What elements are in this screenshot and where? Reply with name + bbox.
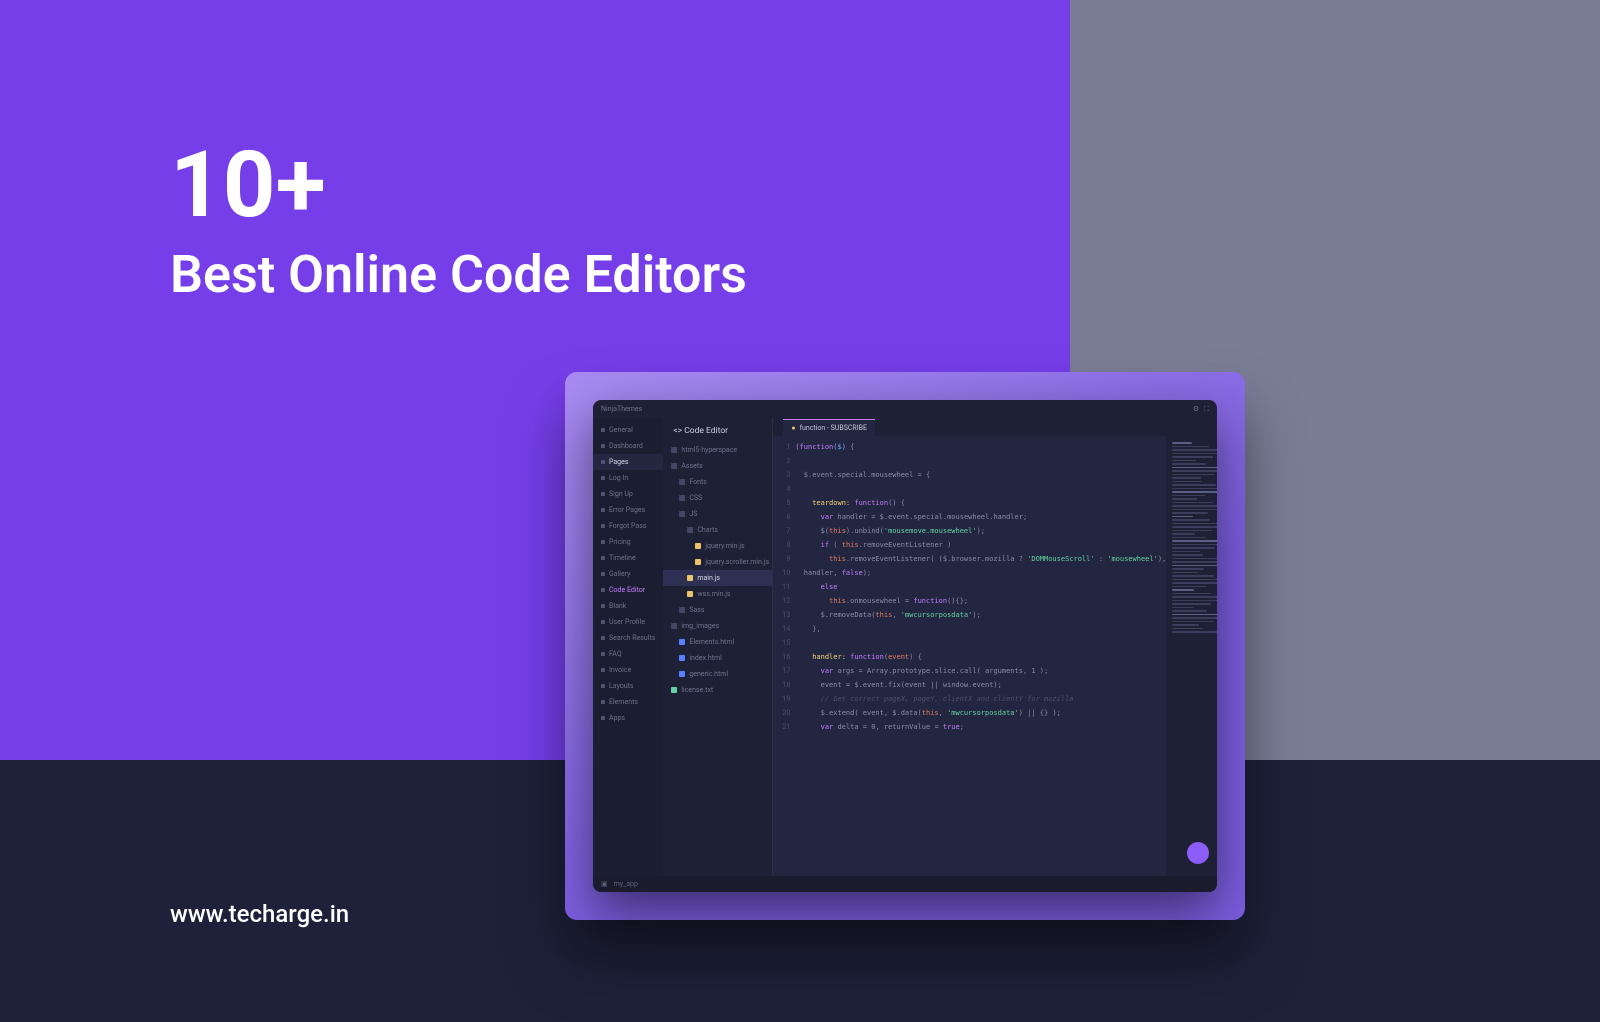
footer-label: my_app <box>614 880 638 888</box>
editor-mockup-frame: NinjaThemes ⚙ ⛶ GeneralDashboardPagesLog… <box>565 372 1245 920</box>
code-content[interactable]: (function($) { $.event.special.mousewhee… <box>795 418 1166 876</box>
file-jquery-scroller-min-js[interactable]: jquery.scroller.min.js <box>663 554 772 570</box>
code-line[interactable]: $.removeData(this, 'mwcursorposdata'); <box>795 608 1166 622</box>
sidebar-item-blank[interactable]: Blank <box>593 598 663 614</box>
sidebar-item-search-results[interactable]: Search Results <box>593 630 663 646</box>
heading-count: 10+ <box>170 140 747 232</box>
file-index-html[interactable]: index.html <box>663 650 772 666</box>
panel-title: <> Code Editor <box>663 422 772 442</box>
file-license-txt[interactable]: license.txt <box>663 682 772 698</box>
file-main-js[interactable]: main.js <box>663 570 772 586</box>
sidebar-item-timeline[interactable]: Timeline <box>593 550 663 566</box>
sidebar-item-user-profile[interactable]: User Profile <box>593 614 663 630</box>
code-line[interactable]: }, <box>795 622 1166 636</box>
website-url: www.techarge.in <box>170 900 349 928</box>
code-line[interactable]: if ( this.removeEventListener ) <box>795 538 1166 552</box>
sidebar-item-invoice[interactable]: Invoice <box>593 662 663 678</box>
code-line[interactable]: $.extend( event, $.data(this, 'mwcursorp… <box>795 706 1166 720</box>
code-editor-window: NinjaThemes ⚙ ⛶ GeneralDashboardPagesLog… <box>593 400 1217 892</box>
code-area: ● function - SUBSCRIBE 12345678910111213… <box>773 418 1217 876</box>
sidebar-item-layouts[interactable]: Layouts <box>593 678 663 694</box>
code-line[interactable]: var delta = 0, returnValue = true; <box>795 720 1166 734</box>
sidebar-item-dashboard[interactable]: Dashboard <box>593 438 663 454</box>
file-generic-html[interactable]: generic.html <box>663 666 772 682</box>
code-line[interactable]: $.event.special.mousewheel = { <box>795 468 1166 482</box>
editor-brand: NinjaThemes <box>601 405 642 413</box>
code-line[interactable]: this.removeEventListener( ($.browser.moz… <box>795 552 1166 566</box>
code-line[interactable]: // Get correct pageX, pageY, clientX and… <box>795 692 1166 706</box>
sidebar-item-forgot-pass[interactable]: Forgot Pass <box>593 518 663 534</box>
sidebar-item-general[interactable]: General <box>593 422 663 438</box>
code-line[interactable]: handler, false); <box>795 566 1166 580</box>
file-html5-hyperspace[interactable]: html5-hyperspace <box>663 442 772 458</box>
editor-body: GeneralDashboardPagesLog InSign UpError … <box>593 418 1217 876</box>
sidebar-item-pages[interactable]: Pages <box>593 454 663 470</box>
sidebar-item-error-pages[interactable]: Error Pages <box>593 502 663 518</box>
code-line[interactable]: this.onmousewheel = function(){}; <box>795 594 1166 608</box>
code-line[interactable]: (function($) { <box>795 440 1166 454</box>
expand-icon[interactable]: ⛶ <box>1204 405 1209 414</box>
sidebar-item-gallery[interactable]: Gallery <box>593 566 663 582</box>
file-jquery-min-js[interactable]: jquery.min.js <box>663 538 772 554</box>
file-js[interactable]: JS <box>663 506 772 522</box>
line-gutter: 123456789101112131415161718192021 <box>773 418 795 876</box>
code-line[interactable] <box>795 482 1166 496</box>
file-css[interactable]: CSS <box>663 490 772 506</box>
sidebar-item-pricing[interactable]: Pricing <box>593 534 663 550</box>
file-tree: <> Code Editor html5-hyperspaceAssetsFon… <box>663 418 773 876</box>
file-img-images[interactable]: img_images <box>663 618 772 634</box>
nav-sidebar: GeneralDashboardPagesLog InSign UpError … <box>593 418 663 876</box>
code-line[interactable]: $(this).unbind('mousemove.mousewheel'); <box>795 524 1166 538</box>
titlebar-right-icons: ⚙ ⛶ <box>1193 405 1209 414</box>
file-sass[interactable]: Sass <box>663 602 772 618</box>
file-fonts[interactable]: Fonts <box>663 474 772 490</box>
sidebar-item-elements[interactable]: Elements <box>593 694 663 710</box>
editor-titlebar: NinjaThemes ⚙ ⛶ <box>593 400 1217 418</box>
sidebar-item-code-editor[interactable]: Code Editor <box>593 582 663 598</box>
sidebar-item-faq[interactable]: FAQ <box>593 646 663 662</box>
code-line[interactable]: else <box>795 580 1166 594</box>
editor-statusbar: ▣ my_app <box>593 876 1217 892</box>
code-line[interactable]: teardown: function() { <box>795 496 1166 510</box>
code-line[interactable]: handler: function(event) { <box>795 650 1166 664</box>
sidebar-item-sign-up[interactable]: Sign Up <box>593 486 663 502</box>
gear-icon[interactable]: ⚙ <box>1193 405 1199 414</box>
code-line[interactable]: var handler = $.event.special.mousewheel… <box>795 510 1166 524</box>
main-heading: 10+ Best Online Code Editors <box>170 140 747 305</box>
heading-subtitle: Best Online Code Editors <box>170 244 747 305</box>
file-wss-min-js[interactable]: wss.min.js <box>663 586 772 602</box>
file-assets[interactable]: Assets <box>663 458 772 474</box>
minimap[interactable] <box>1166 418 1217 876</box>
code-line[interactable]: event = $.event.fix(event || window.even… <box>795 678 1166 692</box>
sidebar-item-log-in[interactable]: Log In <box>593 470 663 486</box>
terminal-icon[interactable]: ▣ <box>601 880 608 888</box>
code-line[interactable]: var args = Array.prototype.slice.call( a… <box>795 664 1166 678</box>
file-elements-html[interactable]: Elements.html <box>663 634 772 650</box>
code-line[interactable] <box>795 454 1166 468</box>
file-charts[interactable]: Charts <box>663 522 772 538</box>
sidebar-item-apps[interactable]: Apps <box>593 710 663 726</box>
code-line[interactable] <box>795 636 1166 650</box>
